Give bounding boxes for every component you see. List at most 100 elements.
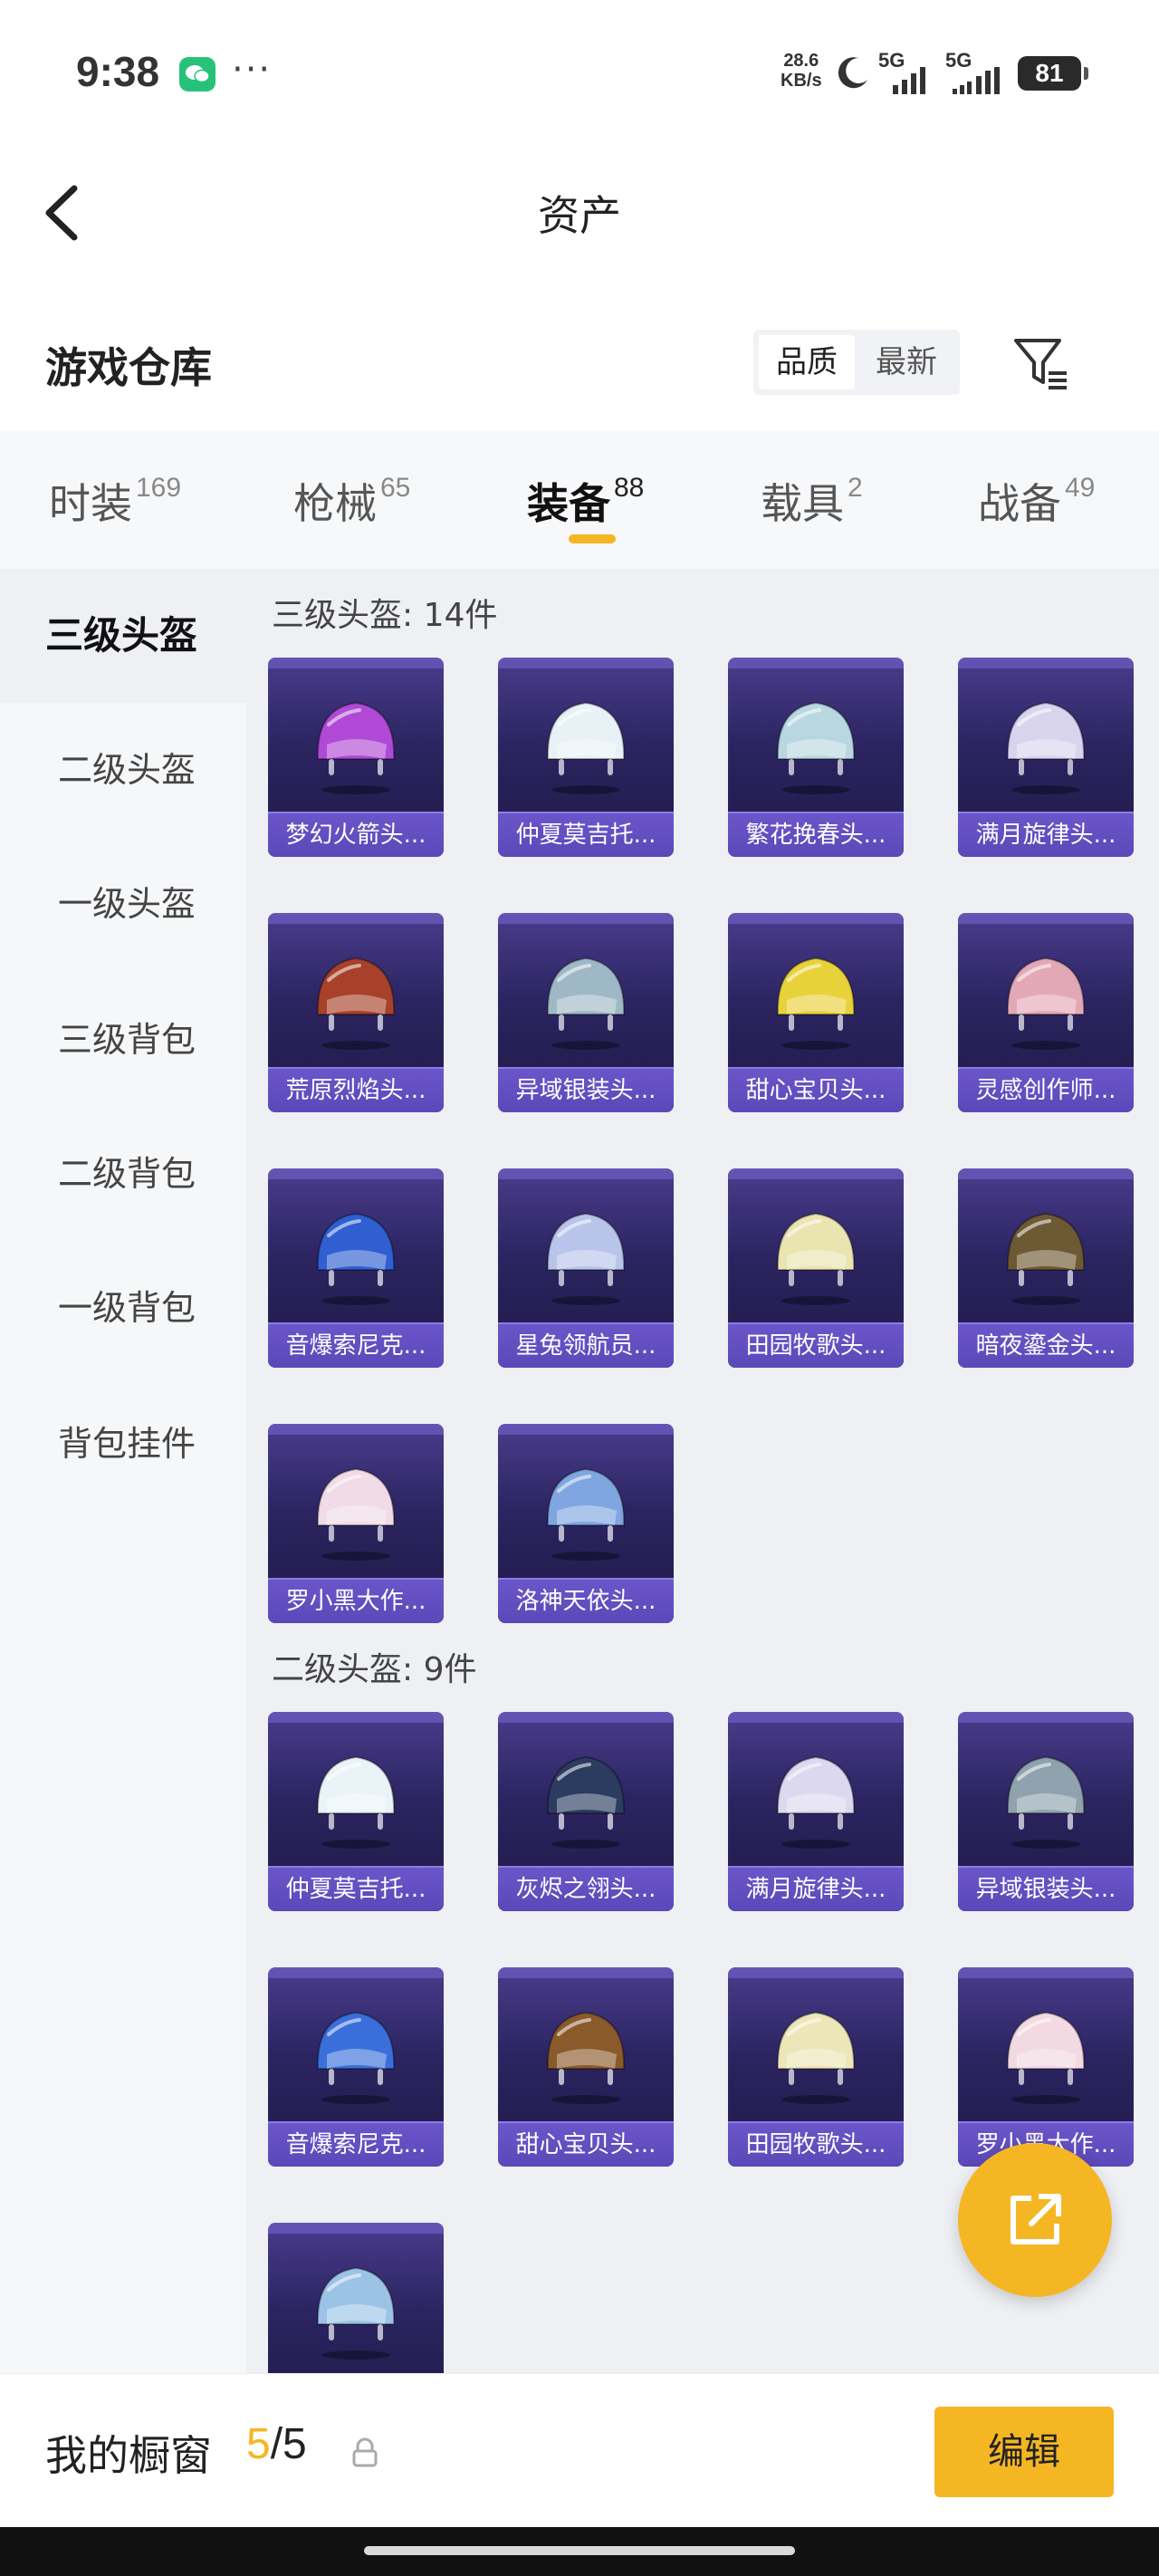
edit-button[interactable]: 编辑 [934,2407,1114,2497]
item-card[interactable]: 异域银装头... [498,913,674,1112]
item-card[interactable]: 音爆索尼克... [268,1967,444,2167]
sidebar-item-level1-helmet[interactable]: 一级头盔 [0,837,246,971]
item-card[interactable]: 暗夜鎏金头... [958,1168,1134,1368]
filter-icon [1014,339,1067,389]
battery-indicator: 81 [1018,56,1088,91]
sort-by-newest-button[interactable]: 最新 [858,335,954,389]
item-name: 荒原烈焰头... [268,1067,444,1112]
tab-label: 时装 [49,479,132,528]
item-grid: 三级头盔: 14件 梦幻火箭头... 仲夏莫吉托... 繁花挽春头... 满月旋律头.… [246,569,1159,2422]
tab-count: 49 [1065,473,1096,503]
page-title: 资产 [538,191,621,240]
sidebar-item-level3-helmet[interactable]: 三级头盔 [0,569,246,703]
sort-by-quality-button[interactable]: 品质 [759,335,855,389]
item-name: 异域银装头... [958,1866,1134,1911]
home-indicator[interactable] [364,2546,795,2555]
helmet-icon [316,1755,396,1849]
item-card[interactable]: 繁花挽春头... [728,658,904,857]
group-title: 三级头盔: 14件 [272,597,498,634]
showcase-count: 5/5 [246,2420,307,2468]
tab-vehicles[interactable]: 载具 2 [761,471,863,531]
item-name: 满月旋律头... [958,812,1134,857]
section-title: 游戏仓库 [45,343,212,392]
helmet-icon [1006,956,1086,1050]
active-tab-indicator [569,534,616,543]
item-card[interactable]: 罗小黑大作... [958,1967,1134,2167]
item-card[interactable]: 梦幻火箭头... [268,658,444,857]
helmet-icon [776,701,856,794]
helmet-icon [1006,1755,1086,1849]
lock-icon [352,2437,378,2467]
external-link-icon [1011,2194,1061,2244]
item-card[interactable]: 仲夏莫吉托... [498,658,674,857]
helmet-icon [546,701,626,794]
item-card[interactable]: 仲夏莫吉托... [268,1712,444,1911]
signal-bars-icon [953,67,1000,94]
wechat-notification-icon [179,57,216,91]
item-card[interactable]: 灵感创作师... [958,913,1134,1112]
helmet-icon [546,1212,626,1305]
helmet-icon [776,956,856,1050]
helmet-icon [776,1212,856,1305]
tab-count: 88 [614,473,645,503]
tab-equipment[interactable]: 装备 88 [527,471,644,531]
item-card[interactable]: 甜心宝贝头... [498,1967,674,2167]
status-bar: 9:38 ··· 28.6 KB/s 5G 5G 81 [0,0,1159,145]
item-card[interactable]: 田园牧歌头... [728,1168,904,1368]
item-name: 仲夏莫吉托... [498,812,674,857]
item-card[interactable]: 洛神天依头... [498,1424,674,1623]
helmet-icon [316,1212,396,1305]
tab-fashion[interactable]: 时装 169 [49,471,181,531]
item-card[interactable]: 音爆索尼克... [268,1168,444,1368]
helmet-icon [1006,2011,1086,2104]
item-name: 罗小黑大作... [268,1578,444,1623]
helmet-icon [546,956,626,1050]
item-name: 繁花挽春头... [728,812,904,857]
item-card[interactable]: 罗小黑大作... [268,1424,444,1623]
item-card[interactable]: 满月旋律头... [728,1712,904,1911]
group-title: 二级头盔: 9件 [272,1651,477,1688]
helmet-icon [1006,701,1086,794]
network-speed: 28.6 KB/s [781,51,822,91]
tab-label: 载具 [761,479,844,528]
item-name: 音爆索尼克... [268,2121,444,2167]
helmet-icon [546,1467,626,1561]
helmet-icon [1006,1212,1086,1305]
item-card[interactable]: 异域银装头... [958,1712,1134,1911]
showcase-label: 我的橱窗 [45,2431,212,2480]
item-card[interactable]: 荒原烈焰头... [268,913,444,1112]
more-notifications-icon: ··· [232,49,273,91]
helmet-icon [546,2011,626,2104]
sidebar-item-level1-backpack[interactable]: 一级背包 [0,1241,246,1375]
status-time: 9:38 [76,48,160,95]
item-card[interactable]: 满月旋律头... [958,658,1134,857]
share-button[interactable] [958,2143,1112,2297]
item-name: 甜心宝贝头... [728,1067,904,1112]
showcase-bar: 我的橱窗 5/5 编辑 [0,2373,1159,2527]
item-name: 洛神天依头... [498,1578,674,1623]
sidebar-item-backpack-charm[interactable]: 背包挂件 [0,1377,246,1511]
item-card[interactable]: 灰烬之翎头... [498,1712,674,1911]
sidebar-item-level2-backpack[interactable]: 二级背包 [0,1107,246,1241]
category-tabs: 时装 169 枪械 65 装备 88 载具 2 战备 49 [0,431,1159,569]
tab-count: 2 [848,473,863,503]
filter-button[interactable] [1011,333,1070,393]
helmet-icon [776,1755,856,1849]
item-card[interactable]: 田园牧歌头... [728,1967,904,2167]
item-card[interactable]: 甜心宝贝头... [728,913,904,1112]
item-name: 田园牧歌头... [728,1322,904,1368]
tab-guns[interactable]: 枪械 65 [293,471,410,531]
helmet-icon [316,956,396,1050]
item-name: 音爆索尼克... [268,1322,444,1368]
tab-count: 169 [136,473,182,503]
sidebar: 三级头盔 二级头盔 一级头盔 三级背包 二级背包 一级背包 背包挂件 [0,569,246,2380]
helmet-icon [316,2266,396,2360]
tab-label: 枪械 [293,479,377,528]
sidebar-item-level2-helmet[interactable]: 二级头盔 [0,703,246,837]
helmet-icon [546,1755,626,1849]
item-card[interactable]: 星兔领航员... [498,1168,674,1368]
item-name: 田园牧歌头... [728,2121,904,2167]
sidebar-item-level3-backpack[interactable]: 三级背包 [0,973,246,1107]
helmet-icon [316,1467,396,1561]
tab-supplies[interactable]: 战备 49 [978,471,1095,531]
